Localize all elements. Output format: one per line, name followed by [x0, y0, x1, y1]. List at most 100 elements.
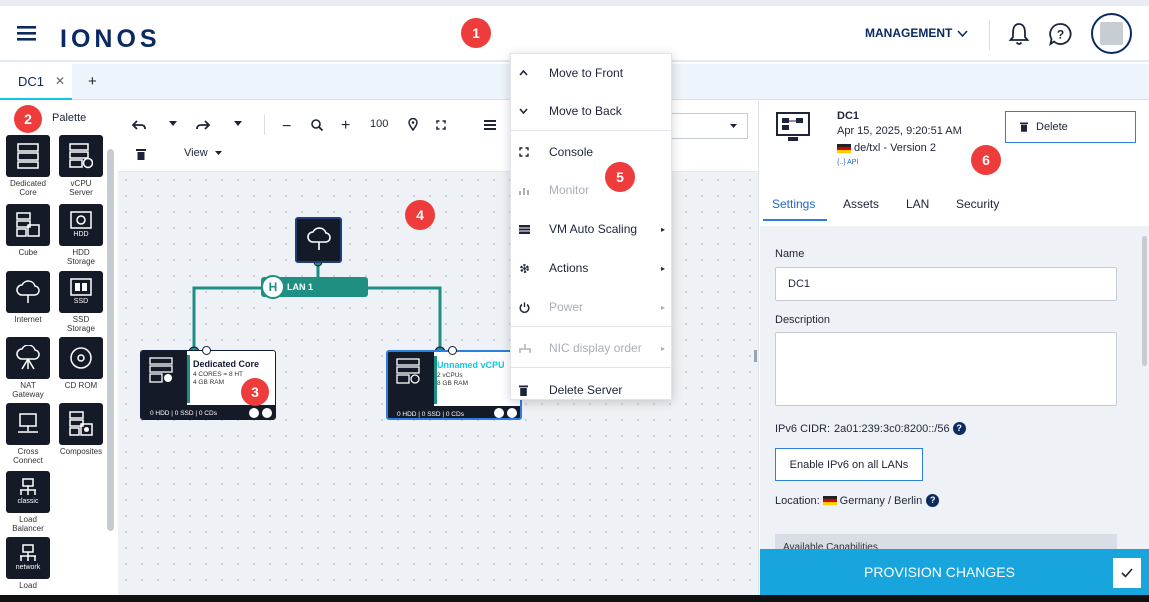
hdd-icon: HDD	[59, 204, 103, 246]
help-icon[interactable]: ?	[926, 494, 940, 507]
redo-history-icon[interactable]	[234, 121, 242, 126]
germany-flag-icon	[837, 143, 851, 153]
nic-port-icon[interactable]	[448, 346, 457, 355]
description-textarea[interactable]	[775, 332, 1117, 406]
menu-item-move-to-front[interactable]: Move to Front	[511, 54, 673, 92]
checkmark-icon	[1121, 568, 1133, 578]
palette-item-cross-connect[interactable]: Cross Connect	[5, 403, 51, 465]
menu-item-delete-server[interactable]: Delete Server	[511, 371, 673, 409]
cloud-icon	[306, 227, 331, 250]
callout-badge-2: 2	[14, 105, 42, 133]
management-menu[interactable]: MANAGEMENT	[865, 26, 968, 40]
tab-lan[interactable]: LAN	[906, 197, 929, 211]
palette-panel: 2 Palette Dedicated Core vCPU Server Cub…	[0, 101, 118, 602]
chevron-up-icon	[519, 70, 533, 76]
hamburger-icon[interactable]	[17, 25, 36, 41]
palette-item-label: Dedicated Core	[9, 179, 47, 197]
help-icon[interactable]: ?	[952, 422, 966, 435]
zoom-in-icon[interactable]: +	[341, 117, 350, 135]
add-icon[interactable]	[249, 408, 259, 418]
palette-item-internet[interactable]: Internet	[5, 271, 51, 324]
palette-item-nat-gateway[interactable]: NAT Gateway	[5, 337, 51, 399]
tab-assets[interactable]: Assets	[843, 197, 879, 211]
chevron-down-icon	[214, 151, 222, 155]
chat-question-icon[interactable]: ?	[1048, 22, 1073, 46]
palette-item-label: Composites	[59, 447, 103, 456]
redo-icon[interactable]	[196, 119, 210, 131]
provision-changes-button[interactable]: PROVISION CHANGES	[760, 549, 1149, 595]
cloud-icon	[6, 271, 50, 313]
enable-ipv6-button[interactable]: Enable IPv6 on all LANs	[775, 448, 923, 481]
menu-item-vm-auto-scaling[interactable]: VM Auto Scaling ▸	[511, 210, 673, 248]
tab-dc1[interactable]: DC1 ✕	[0, 64, 72, 100]
menu-item-console[interactable]: Console	[511, 133, 673, 171]
trash-icon[interactable]	[136, 148, 146, 160]
api-link[interactable]: {..} API	[837, 159, 858, 166]
location-value: Germany / Berlin	[839, 494, 923, 507]
add-icon[interactable]	[494, 408, 504, 418]
chevron-down-icon	[730, 124, 737, 128]
confirm-checkbox[interactable]	[1113, 558, 1141, 588]
datacenter-icon	[775, 111, 811, 143]
cube-icon	[6, 204, 50, 246]
server-icon	[6, 135, 50, 177]
delete-button[interactable]: Delete	[1005, 111, 1136, 143]
fit-screen-icon[interactable]	[436, 120, 446, 130]
trash-icon	[1020, 122, 1028, 132]
panel-scrollbar[interactable]	[1142, 236, 1147, 366]
menu-item-move-to-back[interactable]: Move to Back	[511, 92, 673, 130]
zoom-level[interactable]: 100	[370, 118, 388, 130]
ssd-badge: SSD	[73, 298, 89, 305]
panel-resize-handle[interactable]	[754, 350, 757, 362]
palette-item-cd-rom[interactable]: CD ROM	[58, 337, 104, 390]
undo-icon[interactable]	[132, 119, 146, 131]
ionos-logo[interactable]: IONOS	[60, 25, 161, 54]
canvas-select[interactable]	[666, 113, 748, 139]
palette-item-load-balancer-classic[interactable]: classic Load Balancer	[5, 471, 51, 533]
nic-port-icon[interactable]	[202, 346, 211, 355]
expand-icon[interactable]	[507, 408, 517, 418]
palette-item-dedicated-core[interactable]: Dedicated Core	[5, 135, 51, 197]
view-menu[interactable]: View	[184, 147, 222, 159]
datacenter-created-date: Apr 15, 2025, 9:20:51 AM	[837, 125, 962, 137]
palette-item-ssd-storage[interactable]: SSD SSD Storage	[58, 271, 104, 333]
palette-item-hdd-storage[interactable]: HDD HDD Storage	[58, 204, 104, 266]
avatar[interactable]	[1091, 13, 1132, 54]
location-pin-icon[interactable]	[408, 118, 418, 131]
palette-item-load-balancer-network[interactable]: network Load	[5, 537, 51, 590]
callout-badge-6: 6	[971, 145, 1001, 175]
tab-security[interactable]: Security	[956, 197, 999, 211]
palette-item-cube[interactable]: Cube	[5, 204, 51, 257]
search-icon[interactable]	[311, 119, 323, 131]
menu-separator	[511, 367, 673, 368]
internet-node[interactable]	[295, 217, 342, 263]
expand-icon[interactable]	[262, 408, 272, 418]
name-input[interactable]: DC1	[775, 267, 1117, 301]
callout-badge-3: 3	[241, 378, 269, 406]
power-icon	[519, 302, 533, 313]
ssd-icon: SSD	[59, 271, 103, 313]
callout-badge-4: 4	[405, 200, 435, 230]
tab-dc1-label: DC1	[18, 73, 45, 89]
server-spec-cores: 4 CORES = 8 HT	[193, 371, 244, 378]
svg-text:?: ?	[1057, 28, 1064, 42]
palette-item-composites[interactable]: Composites	[58, 403, 104, 456]
list-view-icon[interactable]	[484, 120, 496, 130]
menu-item-actions[interactable]: Actions ▸	[511, 249, 673, 287]
add-tab-icon[interactable]: +	[88, 73, 97, 90]
close-icon[interactable]: ✕	[55, 74, 65, 88]
server-name: Dedicated Core	[193, 359, 260, 369]
palette-item-vcpu-server[interactable]: vCPU Server	[58, 135, 104, 197]
server-card-unnamed-vcpu[interactable]: Unnamed vCPU 2 vCPUs 8 GB RAM 0 HDD | 0 …	[386, 350, 522, 420]
cdrom-icon	[59, 337, 103, 379]
undo-history-icon[interactable]	[169, 121, 177, 126]
bell-icon[interactable]	[1008, 22, 1030, 46]
zoom-out-icon[interactable]: −	[282, 118, 291, 136]
settings-form: Name DC1 Description IPv6 CIDR: 2a01:239…	[760, 226, 1149, 602]
menu-separator	[511, 326, 673, 327]
palette-item-label: Cross Connect	[13, 447, 43, 465]
tab-settings[interactable]: Settings	[772, 197, 815, 211]
nic-icon	[519, 343, 533, 353]
description-label: Description	[775, 314, 831, 326]
palette-scrollbar[interactable]	[107, 149, 114, 531]
